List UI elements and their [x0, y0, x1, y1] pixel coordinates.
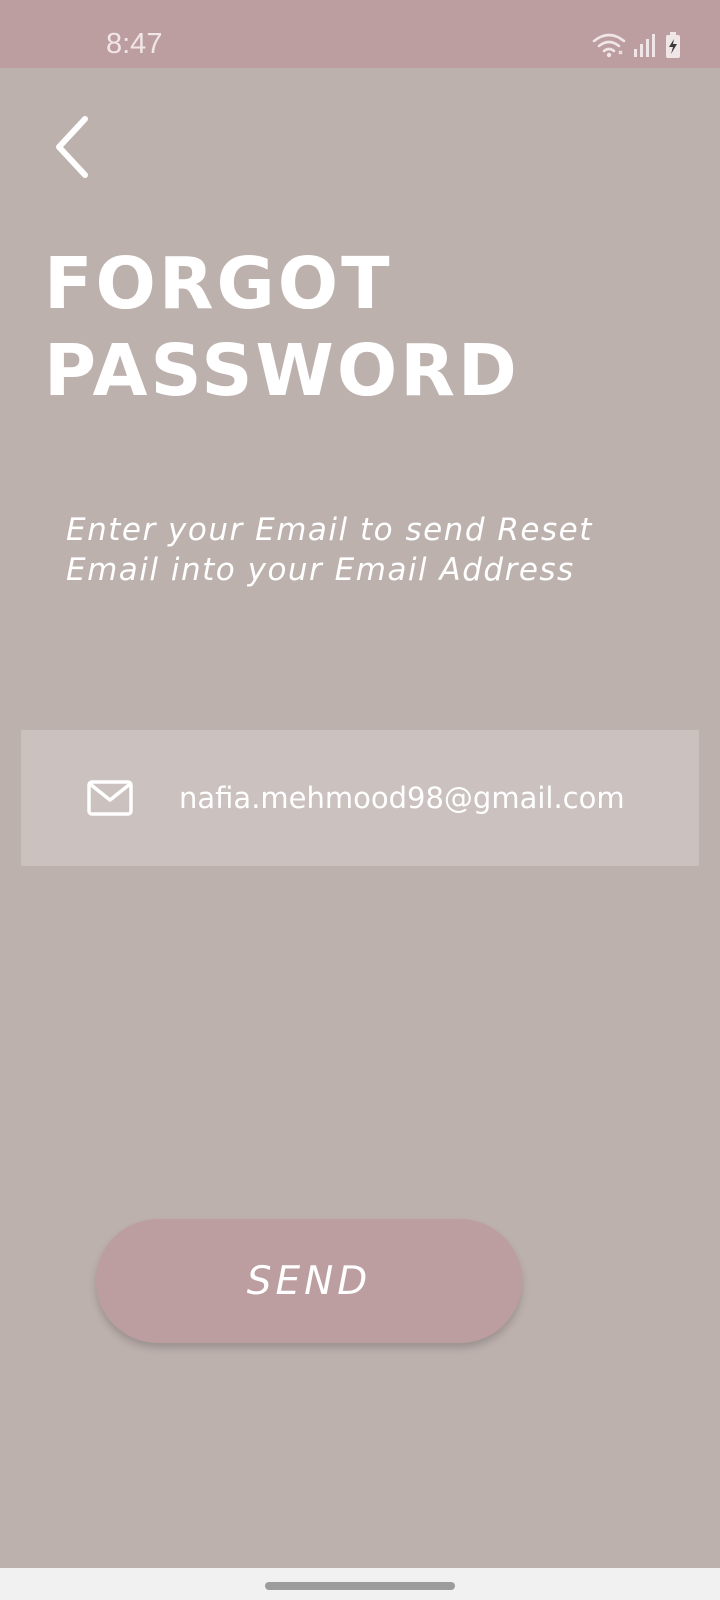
signal-icon — [634, 34, 655, 57]
email-field[interactable]: nafia.mehmood98@gmail.com — [21, 730, 699, 866]
instruction-text: Enter your Email to send Reset Email int… — [66, 510, 593, 590]
status-bar: 8:47 — [0, 0, 720, 68]
navigation-bar — [0, 1568, 720, 1600]
email-input-value[interactable]: nafia.mehmood98@gmail.com — [179, 781, 625, 815]
home-gesture-handle[interactable] — [265, 1582, 455, 1590]
title-line-2: PASSWORD — [44, 329, 520, 412]
back-button[interactable] — [46, 114, 96, 180]
title-line-1: FORGOT — [44, 242, 393, 325]
status-time: 8:47 — [106, 28, 163, 60]
send-button-label: SEND — [246, 1258, 372, 1304]
status-icons — [592, 30, 682, 60]
instruction-line-1: Enter your Email to send Reset — [66, 512, 593, 548]
instruction-line-2: Email into your Email Address — [66, 552, 575, 588]
send-button[interactable]: SEND — [96, 1219, 522, 1343]
mail-icon — [87, 780, 133, 816]
chevron-left-icon — [56, 116, 88, 178]
wifi-icon — [592, 33, 626, 58]
page-title: FORGOT PASSWORD — [44, 240, 520, 414]
battery-charging-icon — [666, 32, 680, 58]
